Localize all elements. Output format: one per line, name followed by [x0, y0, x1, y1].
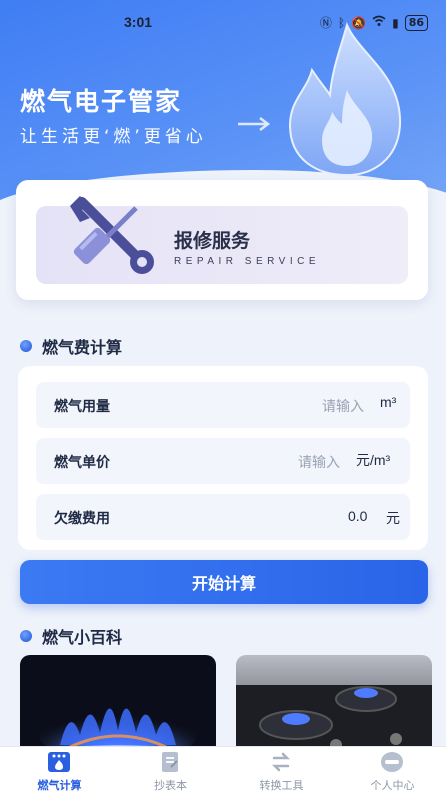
flame-icon [288, 22, 402, 177]
arrears-unit: 元 [386, 510, 400, 526]
tab-label: 抄表本 [154, 779, 187, 792]
arrow-icon [238, 117, 271, 131]
gas-usage-label: 燃气用量 [54, 399, 110, 415]
wiki-card-flame[interactable] [20, 655, 216, 755]
notebook-icon [162, 752, 178, 772]
tab-label: 个人中心 [370, 779, 415, 792]
tab-label: 燃气计算 [37, 779, 82, 792]
repair-subtitle: REPAIR SERVICE [174, 256, 320, 267]
convert-icon [271, 752, 291, 772]
wrench-screwdriver-icon [70, 196, 154, 274]
drop-icon [20, 340, 32, 352]
bottom-tab-bar: 燃气计算 抄表本 转换工具 个人中心 [0, 746, 446, 795]
arrears-label: 欠缴费用 [54, 511, 110, 527]
gas-price-input[interactable]: 请输入 [298, 452, 340, 472]
app-title: 燃气电子管家 [20, 87, 183, 116]
tab-gas-calc[interactable]: 燃气计算 [4, 747, 115, 795]
gas-price-field[interactable]: 燃气单价 请输入 元/m³ [36, 438, 410, 484]
drop-icon [20, 630, 32, 642]
app-slogan: 让生活更‘燃’更省心 [20, 127, 207, 147]
tab-profile[interactable]: 个人中心 [337, 747, 446, 795]
gas-price-label: 燃气单价 [54, 455, 110, 471]
gas-usage-field[interactable]: 燃气用量 请输入 m³ [36, 382, 410, 428]
wiki-card-stove[interactable] [236, 655, 432, 755]
gas-stove-image [236, 685, 432, 755]
arrears-field: 欠缴费用 0.0 元 [36, 494, 410, 540]
stove-icon [48, 752, 70, 772]
repair-title: 报修服务 [174, 230, 251, 252]
wiki-section-title: 燃气小百科 [42, 628, 123, 647]
calc-section-title: 燃气费计算 [42, 338, 123, 357]
arrears-value: 0.0 [348, 508, 368, 524]
gas-usage-unit: m³ [380, 394, 397, 410]
profile-icon [381, 752, 403, 772]
status-time: 3:01 [124, 14, 153, 30]
gas-price-unit: 元/m³ [356, 452, 391, 468]
start-calculate-button[interactable]: 开始计算 [20, 560, 428, 604]
calc-section-header: 燃气费计算 [20, 334, 122, 358]
tab-label: 转换工具 [259, 779, 304, 792]
gas-usage-input[interactable]: 请输入 [322, 396, 364, 416]
tab-meter-book[interactable]: 抄表本 [115, 747, 226, 795]
gas-flame-image [38, 703, 198, 755]
tab-convert-tools[interactable]: 转换工具 [226, 747, 337, 795]
repair-service-card[interactable]: 报修服务 REPAIR SERVICE [16, 180, 428, 300]
wiki-section-header: 燃气小百科 [20, 624, 122, 648]
calc-card: 燃气用量 请输入 m³ 燃气单价 请输入 元/m³ 欠缴费用 0.0 元 [18, 366, 428, 550]
